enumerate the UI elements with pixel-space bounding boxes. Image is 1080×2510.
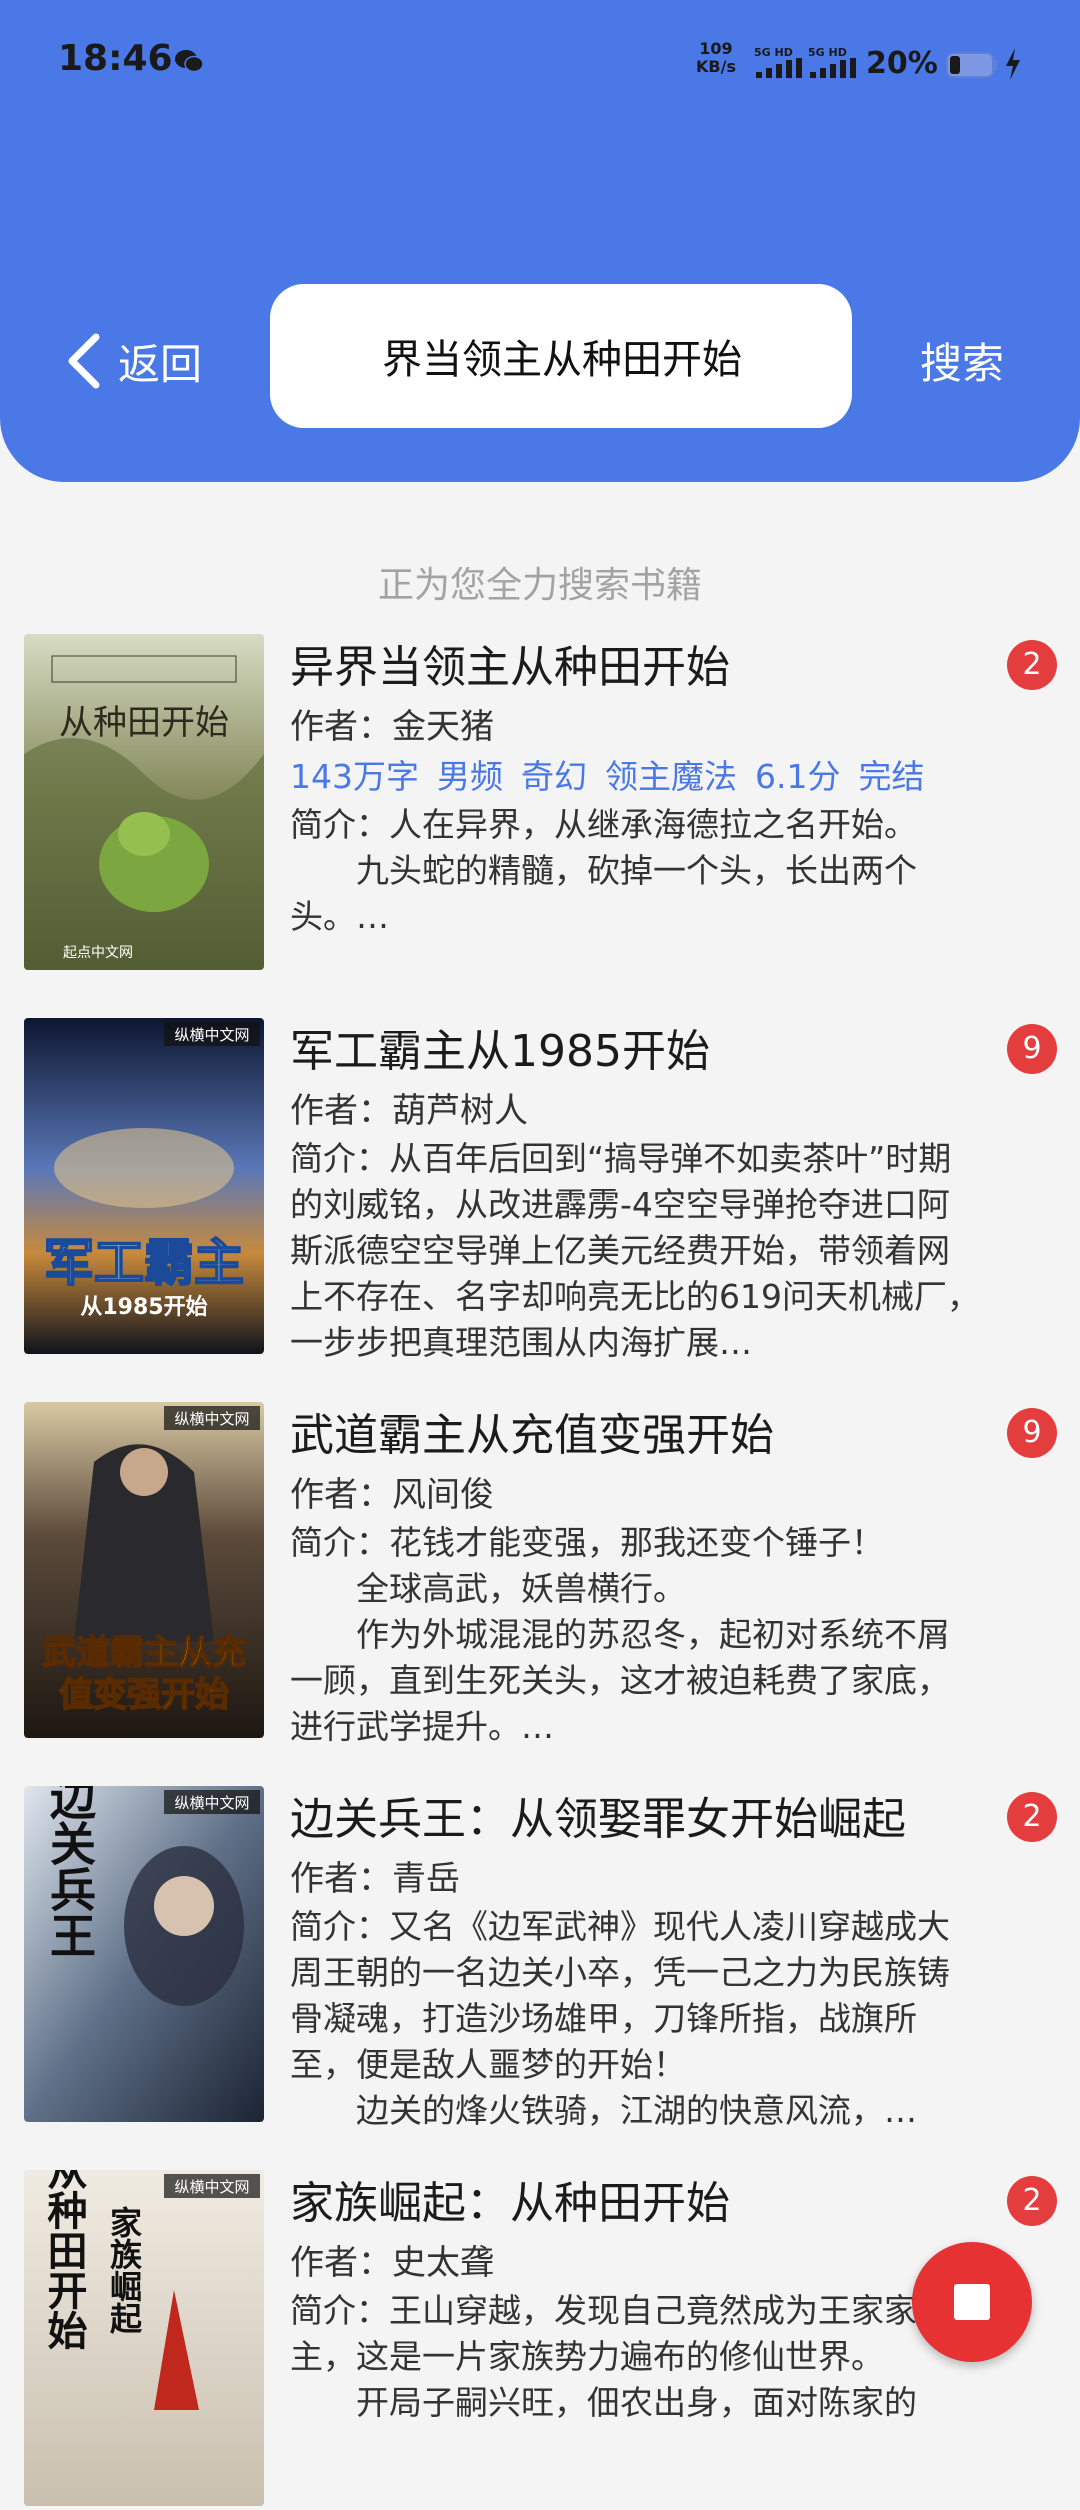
book-intro: 简介：从百年后回到“搞导弹不如卖茶叶”时期的刘威铭，从改进霹雳-4空空导弹抢夺进… (290, 1139, 980, 1362)
signal-1-icon: 5G HD (754, 46, 802, 78)
svg-text:纵横中文网: 纵横中文网 (174, 1026, 249, 1044)
source-count-badge: 2 (1007, 640, 1057, 690)
svg-text:从1985开始: 从1985开始 (80, 1294, 207, 1320)
tag-word-count: 143万字 (290, 757, 419, 796)
tag-gender: 男频 (437, 757, 503, 796)
stop-icon (954, 2284, 990, 2320)
source-count-badge: 9 (1007, 1408, 1057, 1458)
network-speed: 109 KB/s (696, 39, 736, 76)
searching-status: 正为您全力搜索书籍 (377, 565, 702, 606)
book-info: 异界当领主从种田开始 作者：金天猪 143万字 男频 奇幻 领主魔法 6.1分 完结 简介… (290, 634, 980, 940)
svg-text:从种田开始: 从种田开始 (59, 703, 229, 743)
book-cover: 纵横中文网 边关兵王 (24, 1786, 264, 2122)
svg-text:武道霸主从充: 武道霸主从充 (42, 1633, 246, 1673)
svg-text:边关兵王: 边关兵王 (43, 1786, 97, 1958)
search-input[interactable]: 界当领主从种田开始 (382, 327, 742, 385)
source-count-badge: 2 (1007, 1792, 1057, 1842)
book-item[interactable]: 纵横中文网 武道霸主从充 值变强开始 武道霸主从充值变强开始 作者：风间俊 简介… (0, 1402, 1080, 1746)
back-button[interactable]: 返回 (62, 318, 202, 404)
book-title: 武道霸主从充值变强开始 (290, 1410, 774, 1461)
book-author: 作者：葫芦树人 (290, 1091, 528, 1131)
source-count-badge: 2 (1007, 2176, 1057, 2226)
charging-icon (1006, 48, 1020, 80)
tag-score: 6.1分 (755, 757, 841, 796)
book-title: 异界当领主从种田开始 (290, 642, 730, 693)
book-title: 军工霸主从1985开始 (290, 1026, 710, 1077)
book-info: 家族崛起：从种田开始 作者：史太聋 简介：王山穿越，发现自己竟然成为王家家主，这… (290, 2170, 980, 2426)
book-cover: 纵横中文网 从种田开始 家族崛起 (24, 2170, 264, 2506)
svg-text:家族崛起: 家族崛起 (105, 2205, 143, 2335)
book-intro: 简介：又名《边军武神》现代人凌川穿越成大周王朝的一名边关小卒，凭一己之力为民族铸… (290, 1907, 950, 2130)
book-cover-image: 纵横中文网 从种田开始 家族崛起 (24, 2170, 264, 2506)
book-intro: 简介：王山穿越，发现自己竟然成为王家家主，这是一片家族势力遍布的修仙世界。 开局… (290, 2291, 917, 2422)
signal-2-icon: 5G HD (808, 46, 856, 78)
book-info: 武道霸主从充值变强开始 作者：风间俊 简介：花钱才能变强，那我还变个锤子！ 全球… (290, 1402, 980, 1750)
tag-subgenre: 领主魔法 (605, 757, 737, 796)
book-author: 作者：青岳 (290, 1859, 460, 1899)
book-cover: 纵横中文网 军工霸主 从1985开始 (24, 1018, 264, 1354)
battery-icon (946, 52, 997, 78)
tag-genre: 奇幻 (521, 757, 587, 796)
svg-text:纵横中文网: 纵横中文网 (174, 1794, 249, 1812)
book-intro: 简介：人在异界，从继承海德拉之名开始。 九头蛇的精髓，砍掉一个头，长出两个头。… (290, 805, 917, 936)
svg-text:起点中文网: 起点中文网 (63, 945, 133, 961)
book-title: 边关兵王：从领娶罪女开始崛起 (290, 1794, 906, 1845)
chevron-left-icon (68, 333, 100, 389)
svg-text:值变强开始: 值变强开始 (59, 1675, 229, 1715)
book-cover-image: 纵横中文网 武道霸主从充 值变强开始 (24, 1402, 264, 1738)
book-intro: 简介：花钱才能变强，那我还变个锤子！ 全球高武，妖兽横行。 作为外城混混的苏忍冬… (290, 1523, 950, 1746)
svg-text:纵横中文网: 纵横中文网 (174, 1410, 249, 1428)
search-field[interactable]: 界当领主从种田开始 (270, 284, 852, 428)
book-cover: 纵横中文网 武道霸主从充 值变强开始 (24, 1402, 264, 1738)
wechat-icon (175, 50, 204, 73)
svg-text:从种田开始: 从种田开始 (41, 2170, 88, 2350)
book-cover-image: 从种田开始 起点中文网 (24, 634, 264, 970)
book-item[interactable]: 从种田开始 起点中文网 异界当领主从种田开始 作者：金天猪 143万字 男频 奇幻领… (0, 634, 1080, 974)
book-author: 作者：风间俊 (290, 1475, 494, 1515)
stop-search-button[interactable] (912, 2242, 1032, 2362)
svg-text:军工霸主: 军工霸主 (44, 1234, 244, 1292)
source-count-badge: 9 (1007, 1024, 1057, 1074)
svg-text:5G HD: 5G HD (754, 46, 793, 59)
book-item[interactable]: 纵横中文网 从种田开始 家族崛起 家族崛起：从种田开始 作者：史太聋 简介：王山… (0, 2170, 1080, 2510)
book-tags: 143万字 男频 奇幻 领主魔法 6.1分 完结 (290, 754, 980, 800)
book-info: 边关兵王：从领娶罪女开始崛起 作者：青岳 简介：又名《边军武神》现代人凌川穿越成… (290, 1786, 980, 2134)
tag-status: 完结 (858, 757, 925, 796)
battery-percent: 20% (866, 46, 938, 81)
book-info: 军工霸主从1985开始 作者：葫芦树人 简介：从百年后回到“搞导弹不如卖茶叶”时… (290, 1018, 980, 1366)
book-cover-image: 纵横中文网 边关兵王 (24, 1786, 264, 2122)
clock: 18:46 (58, 38, 173, 79)
book-item[interactable]: 纵横中文网 边关兵王 边关兵王：从领娶罪女开始崛起 作者：青岳 简介：又名《边军… (0, 1786, 1080, 2130)
book-author: 作者：金天猪 (290, 707, 494, 747)
book-title: 家族崛起：从种田开始 (290, 2178, 730, 2229)
status-bar: 18:46 109 KB/s 5G HD 5G HD 20% (0, 0, 1080, 130)
svg-text:5G HD: 5G HD (808, 46, 847, 59)
back-label: 返回 (118, 339, 203, 389)
book-item[interactable]: 纵横中文网 军工霸主 从1985开始 军工霸主从1985开始 作者：葫芦树人 简… (0, 1018, 1080, 1362)
book-cover: 从种田开始 起点中文网 (24, 634, 264, 970)
search-button[interactable]: 搜索 (920, 330, 1004, 391)
book-cover-image: 纵横中文网 军工霸主 从1985开始 (24, 1018, 264, 1354)
svg-text:纵横中文网: 纵横中文网 (174, 2178, 249, 2196)
book-author: 作者：史太聋 (290, 2243, 494, 2283)
